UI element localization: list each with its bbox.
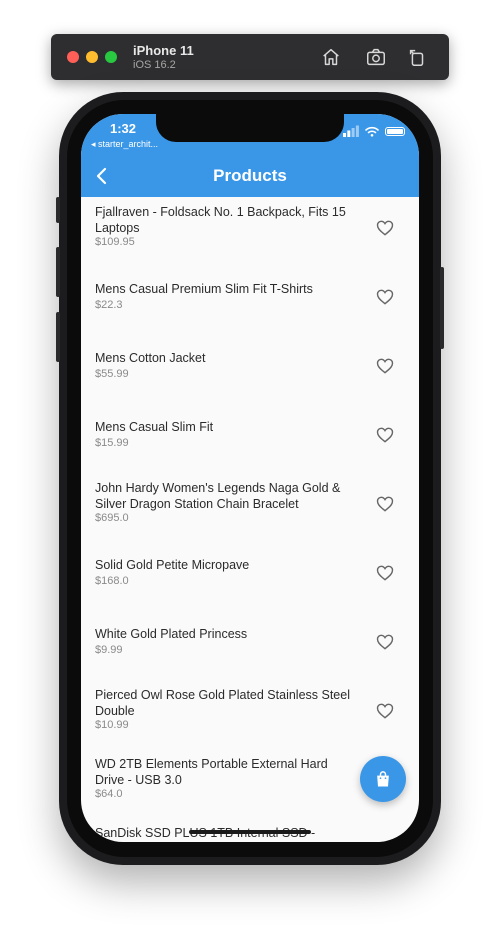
product-list: Fjallraven - Foldsack No. 1 Backpack, Fi… bbox=[81, 197, 419, 842]
heart-outline-icon bbox=[376, 634, 394, 650]
home-button[interactable] bbox=[320, 46, 342, 68]
heart-outline-icon bbox=[376, 496, 394, 512]
signal-icon bbox=[343, 125, 359, 137]
simulator-toolbar: iPhone 11 iOS 16.2 bbox=[51, 34, 449, 80]
product-name: WD 2TB Elements Portable External Hard D… bbox=[95, 757, 328, 787]
status-time: 1:32 bbox=[110, 121, 137, 136]
product-name: Mens Cotton Jacket bbox=[95, 351, 206, 365]
shopping-bag-icon bbox=[377, 771, 389, 787]
favorite-button[interactable] bbox=[375, 632, 395, 652]
heart-outline-icon bbox=[376, 289, 394, 305]
list-item[interactable]: White Gold Plated Princess $9.99 bbox=[81, 611, 419, 680]
product-price: $10.99 bbox=[95, 719, 129, 731]
list-item[interactable]: Mens Casual Premium Slim Fit T-Shirts $2… bbox=[81, 266, 419, 335]
product-price: $64.0 bbox=[95, 788, 123, 800]
heart-outline-icon bbox=[376, 565, 394, 581]
device-name: iPhone 11 bbox=[133, 43, 194, 58]
list-item[interactable]: John Hardy Women's Legends Naga Gold & S… bbox=[81, 473, 419, 542]
favorite-button[interactable] bbox=[375, 494, 395, 514]
product-name: Mens Casual Slim Fit bbox=[95, 420, 214, 434]
rotate-button[interactable] bbox=[406, 46, 428, 68]
zoom-window-button[interactable] bbox=[105, 51, 117, 63]
back-to-app-link[interactable]: ◂ starter_archit... bbox=[91, 139, 158, 150]
notch bbox=[156, 114, 344, 142]
home-icon bbox=[323, 48, 339, 66]
product-name: John Hardy Women's Legends Naga Gold & S… bbox=[95, 481, 341, 511]
battery-icon bbox=[385, 126, 405, 136]
favorite-button[interactable] bbox=[375, 356, 395, 376]
close-window-button[interactable] bbox=[67, 51, 79, 63]
page-title: Products bbox=[213, 166, 287, 185]
product-price: $15.99 bbox=[95, 437, 129, 449]
list-item[interactable]: Pierced Owl Rose Gold Plated Stainless S… bbox=[81, 680, 419, 749]
product-price: $695.0 bbox=[95, 512, 129, 524]
product-name: Fjallraven - Foldsack No. 1 Backpack, Fi… bbox=[95, 205, 346, 235]
home-indicator bbox=[189, 830, 311, 834]
mute-switch bbox=[56, 197, 60, 223]
favorite-button[interactable] bbox=[375, 218, 395, 238]
list-item[interactable]: Fjallraven - Foldsack No. 1 Backpack, Fi… bbox=[81, 197, 419, 266]
favorite-button[interactable] bbox=[375, 701, 395, 721]
volume-down-button bbox=[56, 312, 60, 362]
product-price: $109.95 bbox=[95, 236, 135, 248]
product-name: Solid Gold Petite Micropave bbox=[95, 558, 250, 572]
product-price: $9.99 bbox=[95, 644, 123, 656]
product-price: $22.3 bbox=[95, 299, 123, 311]
screenshot-button[interactable] bbox=[365, 46, 387, 68]
volume-up-button bbox=[56, 247, 60, 297]
product-price: $55.99 bbox=[95, 368, 129, 380]
favorite-button[interactable] bbox=[375, 425, 395, 445]
product-name: Pierced Owl Rose Gold Plated Stainless S… bbox=[95, 688, 350, 718]
heart-outline-icon bbox=[376, 703, 394, 719]
status-icons bbox=[343, 125, 405, 137]
list-item[interactable]: Mens Cotton Jacket $55.99 bbox=[81, 335, 419, 404]
favorite-button[interactable] bbox=[375, 563, 395, 583]
power-button bbox=[440, 267, 444, 349]
app-screen: 1:32 ◂ starter_archit... Products Fjallr… bbox=[81, 114, 419, 842]
heart-outline-icon bbox=[376, 427, 394, 443]
heart-outline-icon bbox=[376, 220, 394, 236]
cart-button[interactable] bbox=[360, 756, 406, 802]
heart-outline-icon bbox=[376, 358, 394, 374]
wifi-icon bbox=[365, 126, 379, 137]
favorite-button[interactable] bbox=[375, 287, 395, 307]
camera-icon bbox=[367, 48, 385, 66]
product-price: $168.0 bbox=[95, 575, 129, 587]
product-name: Mens Casual Premium Slim Fit T-Shirts bbox=[95, 282, 313, 296]
os-version: iOS 16.2 bbox=[133, 59, 176, 71]
list-item[interactable]: Mens Casual Slim Fit $15.99 bbox=[81, 404, 419, 473]
list-item[interactable]: Solid Gold Petite Micropave $168.0 bbox=[81, 542, 419, 611]
product-name: White Gold Plated Princess bbox=[95, 627, 248, 641]
minimize-window-button[interactable] bbox=[86, 51, 98, 63]
rotate-icon bbox=[409, 49, 424, 66]
